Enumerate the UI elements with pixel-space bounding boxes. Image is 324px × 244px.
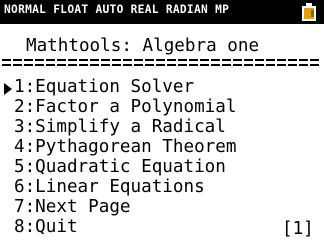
menu-item-linear-equations[interactable]: 6:Linear Equations xyxy=(14,177,205,197)
menu-item-equation-solver[interactable]: 1:Equation Solver xyxy=(14,77,194,97)
battery-icon xyxy=(302,3,316,21)
calculator-screen: NORMAL FLOAT AUTO REAL RADIAN MP Mathtoo… xyxy=(0,0,324,244)
title-separator xyxy=(2,59,320,66)
status-bar: NORMAL FLOAT AUTO REAL RADIAN MP xyxy=(0,0,324,24)
status-mode-text: NORMAL FLOAT AUTO REAL RADIAN MP xyxy=(4,3,230,16)
menu-item-pythagorean-theorem[interactable]: 4:Pythagorean Theorem xyxy=(14,137,236,157)
page-indicator: [1] xyxy=(282,219,314,239)
menu-item-simplify-radical[interactable]: 3:Simplify a Radical xyxy=(14,117,226,137)
menu-title: Mathtools: Algebra one xyxy=(26,36,260,56)
menu-item-quit[interactable]: 8:Quit xyxy=(14,217,78,237)
selection-cursor-icon xyxy=(4,83,12,95)
menu-item-factor-polynomial[interactable]: 2:Factor a Polynomial xyxy=(14,97,236,117)
menu-item-quadratic-equation[interactable]: 5:Quadratic Equation xyxy=(14,157,226,177)
menu-item-next-page[interactable]: 7:Next Page xyxy=(14,197,131,217)
